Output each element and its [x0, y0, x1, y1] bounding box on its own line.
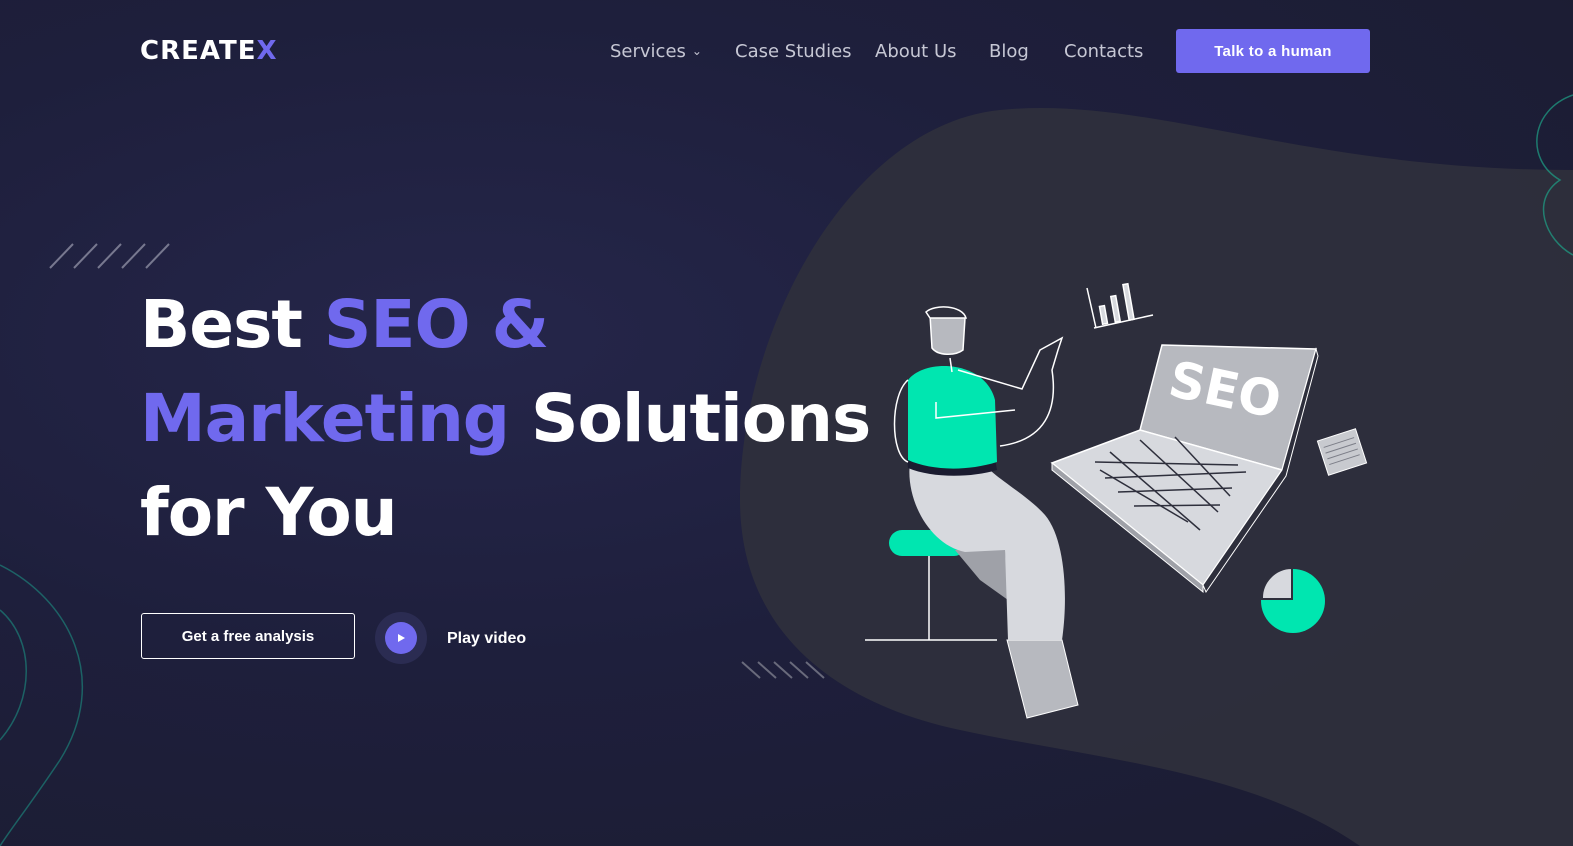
play-icon: [385, 622, 417, 654]
nav-contacts[interactable]: Contacts: [1064, 41, 1143, 62]
nav-services[interactable]: Services ⌄: [610, 41, 702, 62]
hero-title-solutions: Solutions: [509, 380, 871, 457]
talk-to-human-button[interactable]: Talk to a human: [1176, 29, 1370, 73]
nav-about-us[interactable]: About Us: [875, 41, 957, 62]
hero-title-marketing: Marketing: [140, 380, 510, 457]
hero-title-for-you: for You: [140, 474, 398, 551]
nav-case-studies[interactable]: Case Studies: [735, 41, 852, 62]
logo-text: CREATE: [140, 36, 257, 66]
chevron-down-icon: ⌄: [691, 44, 702, 58]
play-video-button[interactable]: [375, 612, 427, 664]
hero-title-best: Best: [140, 286, 324, 363]
logo-accent-x: X: [256, 36, 278, 66]
createx-logo[interactable]: CREATEX: [140, 36, 278, 66]
nav-services-label: Services: [610, 41, 686, 62]
hero-title: Best SEO & Marketing Solutions for You: [140, 278, 871, 560]
site-header: CREATEX Services ⌄ Case Studies About Us …: [0, 0, 1573, 100]
free-analysis-button[interactable]: Get a free analysis: [141, 613, 355, 659]
hero-title-seo: SEO &: [323, 286, 549, 363]
play-video-label[interactable]: Play video: [447, 630, 526, 648]
nav-blog[interactable]: Blog: [989, 41, 1029, 62]
